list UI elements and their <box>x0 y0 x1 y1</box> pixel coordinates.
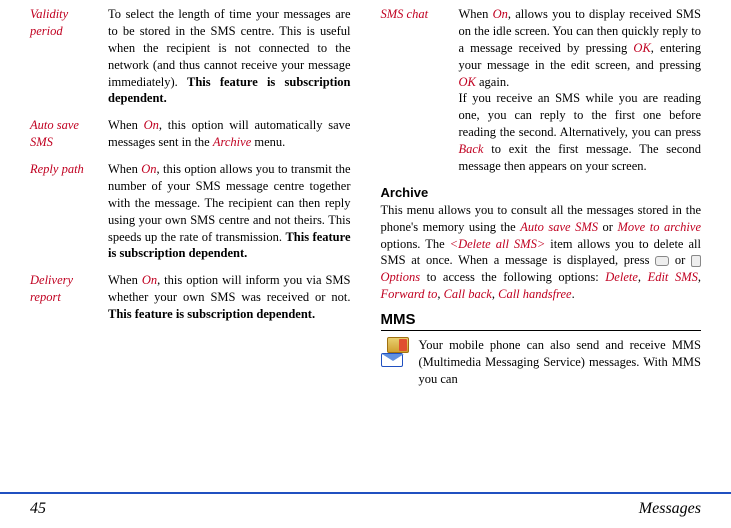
text: or <box>598 220 617 234</box>
option-delete-all-sms: <Delete all SMS> <box>450 237 546 251</box>
softkey-options: Options <box>381 270 421 284</box>
mms-icon <box>381 337 411 367</box>
softkey-icon <box>691 255 701 267</box>
option-call-handsfree: Call handsfree <box>498 287 572 301</box>
entry-validity-period: Validity period To select the length of … <box>30 6 351 107</box>
option-forward-to: Forward to <box>381 287 438 301</box>
text-bold: This feature is subscription dependent. <box>108 307 315 321</box>
term-reply-path: Reply path <box>30 161 98 262</box>
option-edit-sms: Edit SMS <box>648 270 698 284</box>
text: options. The <box>381 237 450 251</box>
term-delivery-report: Delivery report <box>30 272 98 323</box>
text: If you receive an SMS while you are read… <box>459 91 702 139</box>
heading-archive: Archive <box>381 185 702 200</box>
mms-row: Your mobile phone can also send and rece… <box>381 337 702 388</box>
heading-mms: MMS <box>381 311 702 331</box>
section-title: Messages <box>639 500 701 518</box>
text: to exit the first message. The second me… <box>459 142 702 173</box>
text: When <box>459 7 493 21</box>
entry-delivery-report: Delivery report When On, this option wil… <box>30 272 351 323</box>
option-auto-save-sms: Auto save SMS <box>520 220 598 234</box>
text: When <box>108 118 144 132</box>
text: to access the following options: <box>420 270 605 284</box>
desc-delivery-report: When On, this option will inform you via… <box>108 272 351 323</box>
mms-body: Your mobile phone can also send and rece… <box>419 337 702 388</box>
text: menu. <box>251 135 285 149</box>
page-number: 45 <box>30 500 46 518</box>
entry-reply-path: Reply path When On, this option allows y… <box>30 161 351 262</box>
option-on: On <box>144 118 159 132</box>
ok-key-icon <box>655 256 669 266</box>
text: . <box>572 287 575 301</box>
content-columns: Validity period To select the length of … <box>30 6 701 388</box>
text: , <box>698 270 701 284</box>
menu-archive: Archive <box>213 135 251 149</box>
page: Validity period To select the length of … <box>0 0 731 528</box>
desc-auto-save-sms: When On, this option will automatically … <box>108 117 351 151</box>
text: or <box>669 253 691 267</box>
key-back: Back <box>459 142 484 156</box>
desc-reply-path: When On, this option allows you to trans… <box>108 161 351 262</box>
entry-auto-save-sms: Auto save SMS When On, this option will … <box>30 117 351 151</box>
term-validity-period: Validity period <box>30 6 98 107</box>
key-ok: OK <box>633 41 650 55</box>
option-call-back: Call back <box>444 287 492 301</box>
left-column: Validity period To select the length of … <box>30 6 351 388</box>
right-column: SMS chat When On, allows you to display … <box>381 6 702 388</box>
term-auto-save-sms: Auto save SMS <box>30 117 98 151</box>
option-on: On <box>141 162 156 176</box>
term-sms-chat: SMS chat <box>381 6 449 175</box>
page-footer: 45 Messages <box>0 492 731 518</box>
option-on: On <box>142 273 157 287</box>
option-move-to-archive: Move to archive <box>617 220 701 234</box>
entry-sms-chat: SMS chat When On, allows you to display … <box>381 6 702 175</box>
text: again. <box>476 75 509 89</box>
text: When <box>108 273 142 287</box>
text: When <box>108 162 141 176</box>
key-ok: OK <box>459 75 476 89</box>
text: , <box>638 270 648 284</box>
desc-sms-chat: When On, allows you to display received … <box>459 6 702 175</box>
option-delete: Delete <box>605 270 638 284</box>
desc-validity-period: To select the length of time your messag… <box>108 6 351 107</box>
archive-body: This menu allows you to consult all the … <box>381 202 702 303</box>
option-on: On <box>493 7 508 21</box>
